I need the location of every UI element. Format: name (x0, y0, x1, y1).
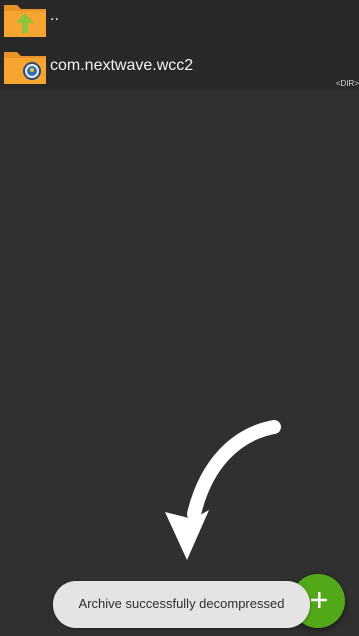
curved-arrow-icon (165, 420, 281, 560)
file-name: com.nextwave.wcc2 (50, 57, 194, 74)
list-item-parent-folder[interactable]: .. (0, 0, 359, 44)
directory-tag: <DIR> (335, 79, 359, 88)
toast-notification: Archive successfully decompressed (53, 581, 310, 628)
list-item-directory[interactable]: com.nextwave.wcc2 <DIR> (0, 46, 359, 90)
file-name: .. (50, 7, 59, 24)
file-manager-screen: .. com.nextwave.wcc2 <DIR> Archive succe… (0, 0, 359, 636)
toast-message: Archive successfully decompressed (78, 596, 285, 611)
folder-up-icon (4, 5, 46, 37)
file-list: .. com.nextwave.wcc2 <DIR> (0, 0, 359, 90)
plus-icon (311, 592, 327, 608)
folder-app-icon (4, 52, 46, 84)
